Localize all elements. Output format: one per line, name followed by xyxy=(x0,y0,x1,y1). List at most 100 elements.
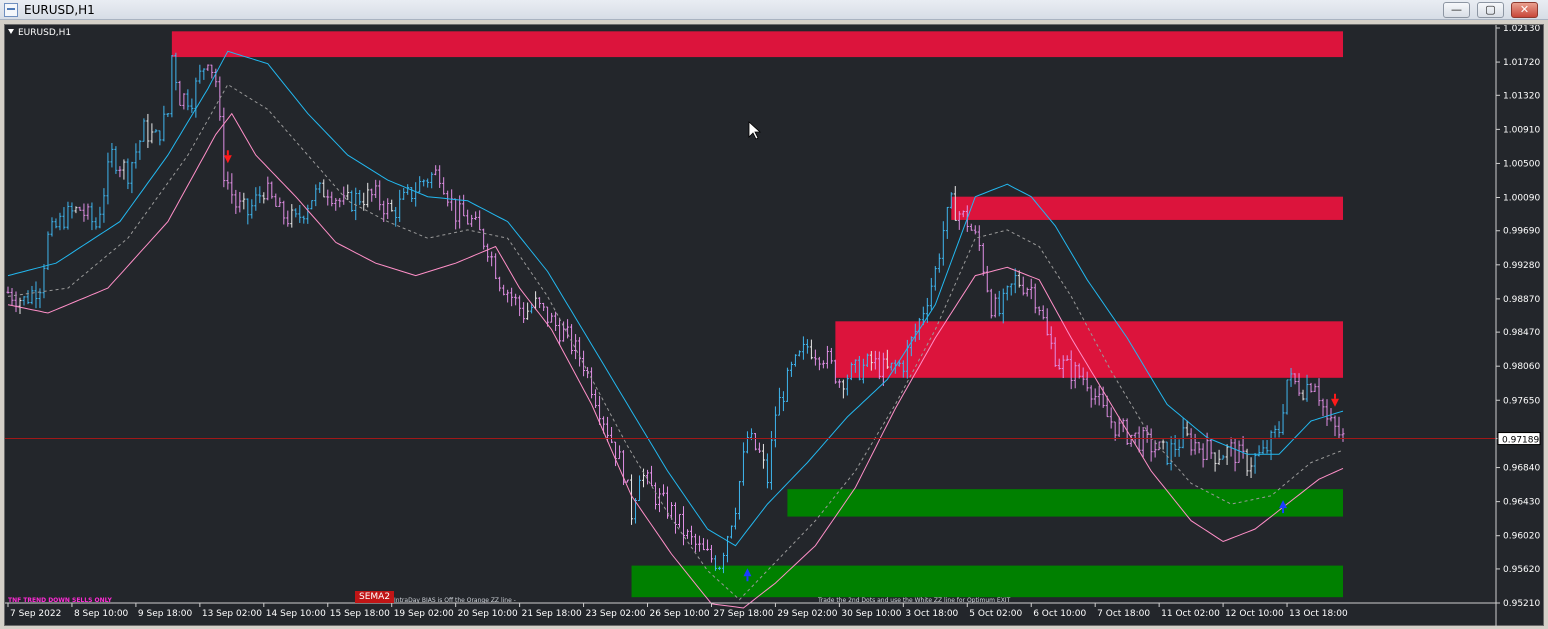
candle xyxy=(650,465,654,487)
candle xyxy=(797,350,801,357)
candle xyxy=(1261,440,1265,454)
candle xyxy=(38,288,42,309)
zones-layer xyxy=(171,31,1344,598)
candle xyxy=(118,166,122,178)
candle xyxy=(146,113,150,148)
candle xyxy=(142,118,146,142)
candle xyxy=(558,317,562,346)
candle xyxy=(326,189,330,206)
maximize-button[interactable]: ▢ xyxy=(1477,2,1504,18)
symbol-label[interactable]: EURUSD,H1 xyxy=(8,28,71,38)
candle xyxy=(386,198,390,219)
candle xyxy=(206,64,210,71)
candle xyxy=(426,178,430,188)
candle xyxy=(286,210,290,227)
candle xyxy=(821,360,825,369)
minimize-button[interactable]: — xyxy=(1443,2,1470,18)
candle xyxy=(98,206,102,229)
candle xyxy=(242,192,246,210)
candle xyxy=(266,176,270,201)
candle xyxy=(1309,382,1313,393)
chart-window-icon xyxy=(4,3,18,17)
candle xyxy=(394,206,398,227)
price-chart[interactable]: 1.02130 1.01720 1.01320 1.00910 1.00500 1.000… xyxy=(5,25,1545,627)
candle xyxy=(674,502,677,534)
mouse-cursor-icon xyxy=(748,121,762,140)
candle xyxy=(1313,383,1317,392)
candle xyxy=(138,140,142,160)
candle xyxy=(1233,438,1237,472)
candle xyxy=(398,189,402,222)
candle xyxy=(670,502,674,520)
candle xyxy=(274,193,278,207)
candle xyxy=(1093,388,1097,405)
candle xyxy=(1265,439,1269,454)
candle xyxy=(482,228,486,250)
sema-button[interactable]: SEMA2 xyxy=(355,591,395,603)
candle xyxy=(262,192,266,204)
candle xyxy=(1145,425,1149,443)
candle xyxy=(933,266,937,291)
time-tick-label: 8 Sep 10:00 xyxy=(74,609,129,619)
candle xyxy=(1189,428,1193,456)
time-tick-label: 15 Sep 18:00 xyxy=(330,609,390,619)
candle xyxy=(1097,385,1101,406)
candle xyxy=(526,302,530,320)
candle xyxy=(582,350,586,377)
time-tick-label: 19 Sep 02:00 xyxy=(394,609,454,619)
candle xyxy=(681,506,685,546)
candle xyxy=(1025,287,1029,297)
price-tick-label: 1.00910 xyxy=(1503,125,1540,135)
candle xyxy=(322,179,326,198)
signal-arrow-down-icon xyxy=(1331,398,1340,407)
candle xyxy=(234,189,238,214)
candle xyxy=(294,208,298,218)
candle xyxy=(186,89,190,111)
candle xyxy=(78,206,82,211)
candle xyxy=(250,199,254,219)
candle xyxy=(342,186,346,205)
candle xyxy=(390,199,394,212)
close-button[interactable]: ✕ xyxy=(1511,2,1538,18)
time-tick-label: 13 Sep 02:00 xyxy=(202,609,262,619)
candle xyxy=(1113,421,1117,441)
time-tick-label: 21 Sep 18:00 xyxy=(522,609,582,619)
candle xyxy=(134,143,138,169)
price-tick-label: 0.98060 xyxy=(1503,362,1540,372)
candle xyxy=(1005,285,1009,301)
candle xyxy=(418,176,422,193)
candle xyxy=(785,367,789,402)
candle xyxy=(82,203,86,222)
candle xyxy=(1161,439,1165,450)
time-tick-label: 13 Oct 18:00 xyxy=(1289,609,1348,619)
candle xyxy=(689,525,693,545)
candle xyxy=(745,431,749,454)
demand-zone-3 xyxy=(787,489,1343,517)
candle xyxy=(977,225,981,251)
candle xyxy=(765,453,769,489)
candle xyxy=(130,161,134,194)
candle xyxy=(466,209,470,225)
price-tick-label: 0.96430 xyxy=(1503,498,1540,508)
candle xyxy=(254,187,258,211)
candle xyxy=(170,55,174,118)
candle xyxy=(1109,407,1113,429)
exit-annotation: Trade the 2nd Dots and use the White ZZ … xyxy=(818,597,1011,604)
time-tick-label: 14 Sep 10:00 xyxy=(266,609,326,619)
candle xyxy=(1217,449,1221,465)
candle xyxy=(290,204,294,228)
candle xyxy=(737,480,741,520)
candle xyxy=(14,291,18,313)
candle xyxy=(182,93,186,110)
chart-area[interactable]: 1.02130 1.01720 1.01320 1.00910 1.00500 1.000… xyxy=(4,24,1545,627)
price-tick-label: 0.96020 xyxy=(1503,532,1540,542)
dropdown-triangle-icon[interactable] xyxy=(8,29,14,34)
candle xyxy=(42,264,46,299)
candle xyxy=(945,206,949,239)
candle xyxy=(937,253,941,273)
candle xyxy=(26,290,30,305)
candle xyxy=(150,123,154,144)
candle xyxy=(238,191,242,213)
candle xyxy=(470,214,474,227)
trend-annotation: TNF TREND DOWN SELLS ONLY xyxy=(8,597,112,604)
